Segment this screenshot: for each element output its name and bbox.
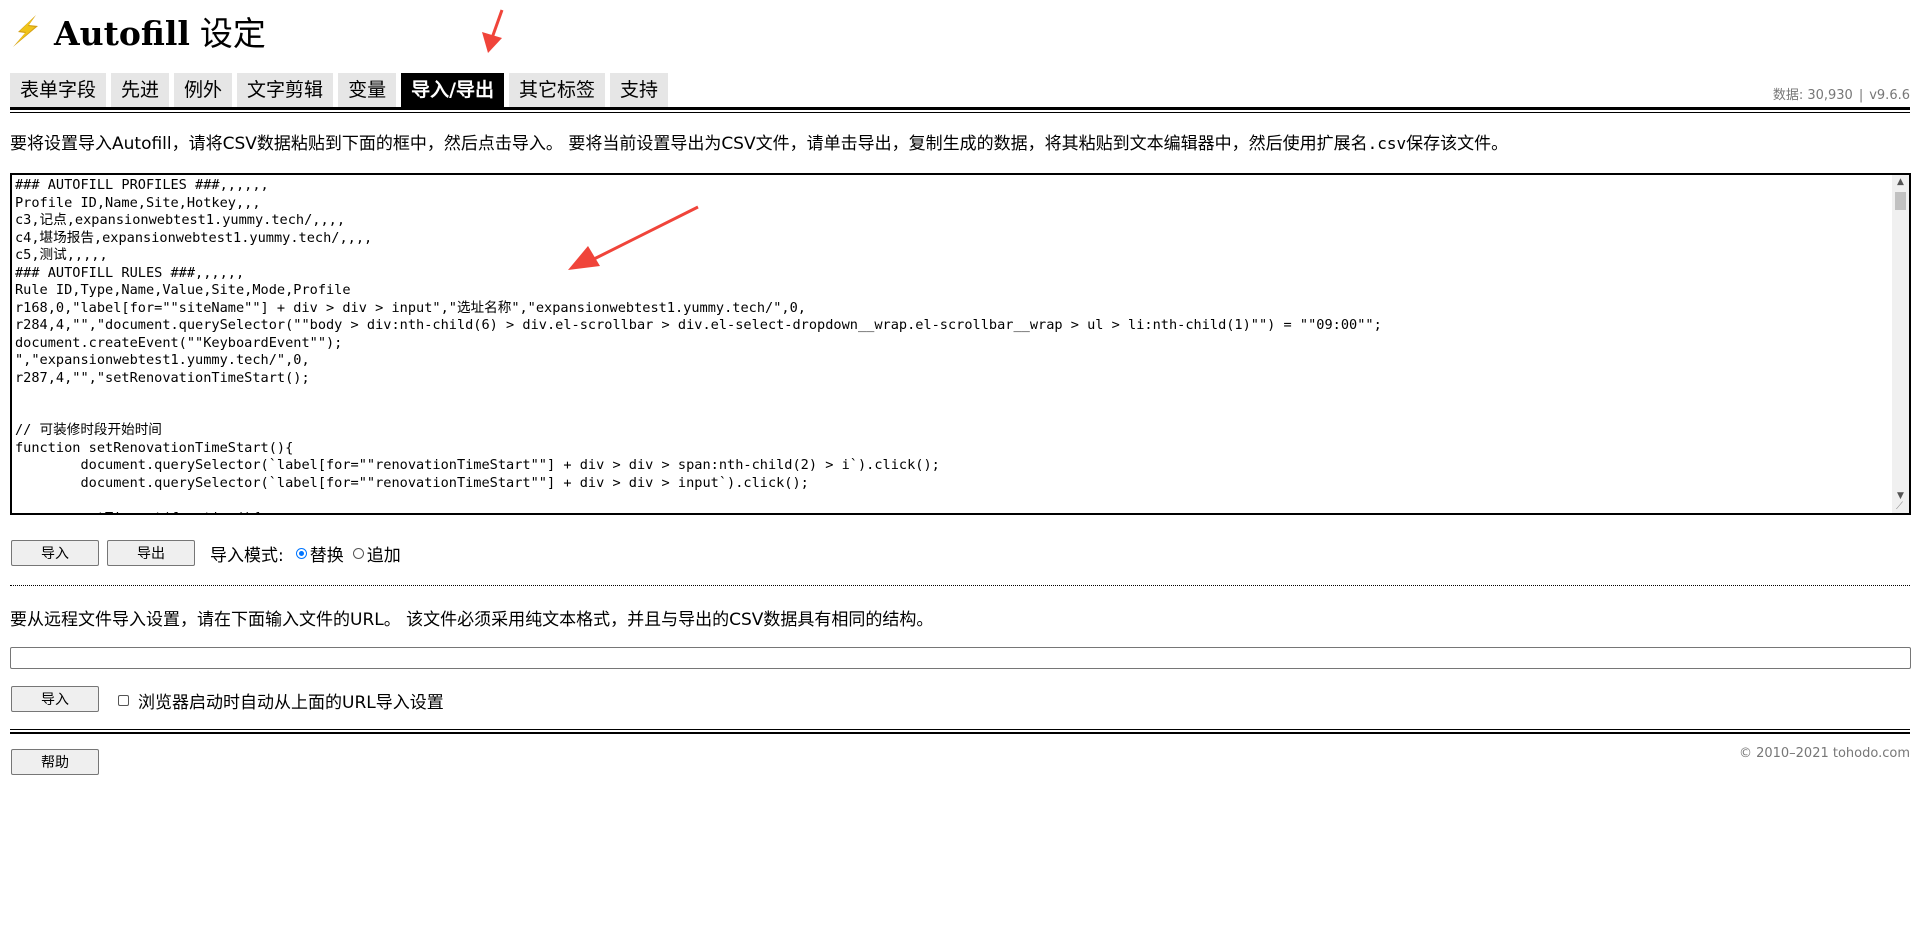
auto-import-label[interactable]: 浏览器启动时自动从上面的URL导入设置 bbox=[138, 688, 444, 713]
footer-divider bbox=[10, 729, 1910, 734]
version: v9.6.6 bbox=[1869, 88, 1910, 103]
header-divider bbox=[10, 107, 1910, 113]
tab-advanced[interactable]: 先进 bbox=[111, 73, 170, 107]
tab-form-fields[interactable]: 表单字段 bbox=[10, 73, 107, 107]
scroll-thumb[interactable] bbox=[1895, 192, 1906, 210]
mode-append-label[interactable]: 追加 bbox=[367, 541, 401, 566]
tab-text-clips[interactable]: 文字剪辑 bbox=[237, 73, 334, 107]
page: Autofill 设定 表单字段 先进 例外 文字剪辑 变量 导入/导出 其它标签… bbox=[0, 0, 1920, 937]
status-info: 数据: 30,930 | v9.6.6 bbox=[1773, 84, 1910, 103]
csv-data-textarea[interactable]: ### AUTOFILL PROFILES ###,,,,,, Profile … bbox=[10, 173, 1911, 515]
remote-url-input[interactable] bbox=[10, 647, 1911, 669]
tab-bar: 表单字段 先进 例外 文字剪辑 变量 导入/导出 其它标签 支持 bbox=[10, 73, 669, 107]
auto-import-option: 浏览器启动时自动从上面的URL导入设置 bbox=[118, 688, 444, 713]
export-button[interactable]: 导出 bbox=[107, 540, 195, 566]
tab-import-export[interactable]: 导入/导出 bbox=[401, 73, 505, 107]
scroll-up-icon[interactable]: ▲ bbox=[1892, 175, 1909, 189]
mode-append-radio[interactable] bbox=[352, 547, 364, 559]
textarea-scrollbar[interactable]: ▲ ▼ bbox=[1892, 175, 1909, 513]
lightning-bolt-icon bbox=[13, 15, 38, 47]
auto-import-checkbox[interactable] bbox=[118, 694, 129, 706]
tab-other[interactable]: 其它标签 bbox=[509, 73, 606, 107]
header: Autofill 设定 bbox=[10, 8, 266, 54]
section-divider bbox=[10, 585, 1910, 586]
import-mode: 导入模式: 替换 追加 bbox=[210, 541, 401, 566]
remote-import-button[interactable]: 导入 bbox=[11, 686, 99, 712]
app-title: Autofill 设定 bbox=[54, 14, 266, 53]
remote-import-instructions: 要从远程文件导入设置，请在下面输入文件的URL。 该文件必须采用纯文本格式，并且… bbox=[10, 610, 934, 630]
annotation-arrow-down-icon bbox=[482, 9, 504, 53]
tab-exceptions[interactable]: 例外 bbox=[174, 73, 233, 107]
tab-support[interactable]: 支持 bbox=[610, 73, 669, 107]
data-count: 数据: 30,930 bbox=[1772, 88, 1853, 103]
copyright: © 2010–2021 tohodo.com bbox=[1738, 746, 1910, 761]
resize-grip-icon[interactable]: ⟋ bbox=[1896, 502, 1908, 512]
help-button[interactable]: 帮助 bbox=[11, 749, 99, 775]
tab-variables[interactable]: 变量 bbox=[338, 73, 397, 107]
mode-replace-label[interactable]: 替换 bbox=[310, 541, 344, 566]
status-separator: | bbox=[1858, 88, 1864, 103]
import-export-instructions: 要将设置导入Autofill，请将CSV数据粘贴到下面的框中，然后点击导入。 要… bbox=[10, 134, 1509, 154]
import-button[interactable]: 导入 bbox=[11, 540, 99, 566]
csv-data-text[interactable]: ### AUTOFILL PROFILES ###,,,,,, Profile … bbox=[12, 175, 1909, 513]
mode-replace-radio[interactable] bbox=[295, 547, 307, 559]
import-mode-label: 导入模式: bbox=[210, 545, 284, 566]
